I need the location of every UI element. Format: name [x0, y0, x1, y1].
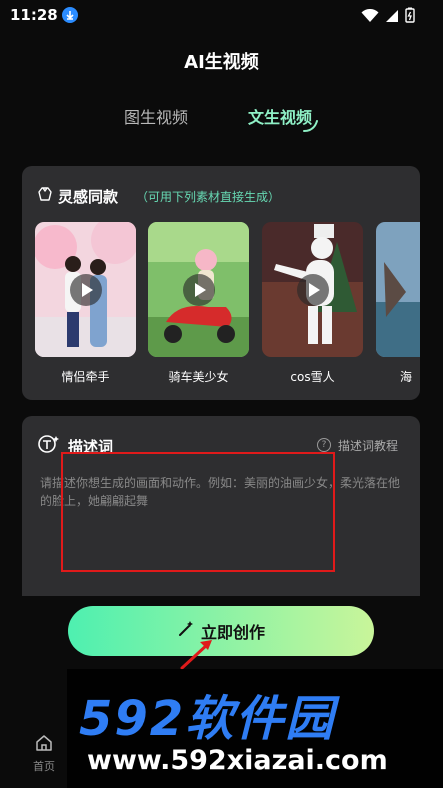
battery-icon	[405, 7, 415, 27]
annotation-highlight-box	[61, 452, 335, 572]
tab-image-to-video[interactable]: 图生视频	[124, 104, 188, 128]
home-label: 首页	[33, 760, 55, 773]
create-now-button[interactable]: 立即创作	[68, 606, 374, 656]
help-icon[interactable]: ?	[317, 438, 331, 452]
template-card-couple[interactable]	[35, 222, 136, 357]
status-icons	[361, 7, 415, 27]
status-time: 11:28	[10, 6, 58, 24]
bottom-nav-home[interactable]: 首页	[22, 734, 66, 774]
active-tab-indicator	[302, 118, 320, 137]
watermark-overlay: 592软件园 www.592xiazai.com	[67, 669, 443, 788]
download-icon	[62, 7, 78, 23]
watermark-brand: 592软件园	[79, 691, 336, 747]
home-icon	[35, 735, 53, 756]
inspiration-subtitle: （可用下列素材直接生成）	[136, 190, 281, 204]
page-title: AI生视频	[184, 52, 259, 73]
watermark-url: www.592xiazai.com	[87, 745, 388, 776]
wifi-icon	[361, 8, 379, 27]
template-card-bike-girl[interactable]	[148, 222, 249, 357]
signal-icon	[385, 8, 399, 27]
template-card-sea[interactable]	[376, 222, 420, 357]
play-icon	[183, 274, 215, 306]
prompt-tutorial-link[interactable]: 描述词教程	[338, 437, 398, 454]
card-label-bike-girl: 骑车美少女	[168, 370, 229, 384]
card-label-couple: 情侣牵手	[61, 370, 110, 384]
card-label-sea: 海	[400, 370, 413, 384]
play-icon	[297, 274, 329, 306]
card-label-snowman: cos雪人	[290, 370, 335, 384]
template-card-snowman[interactable]	[262, 222, 363, 357]
text-prompt-icon	[38, 434, 60, 458]
sea-thumbnail	[376, 222, 420, 357]
status-bar: 11:28	[0, 0, 443, 32]
inspiration-icon	[36, 185, 54, 207]
play-icon	[70, 274, 102, 306]
inspiration-title: 灵感同款	[58, 188, 119, 206]
